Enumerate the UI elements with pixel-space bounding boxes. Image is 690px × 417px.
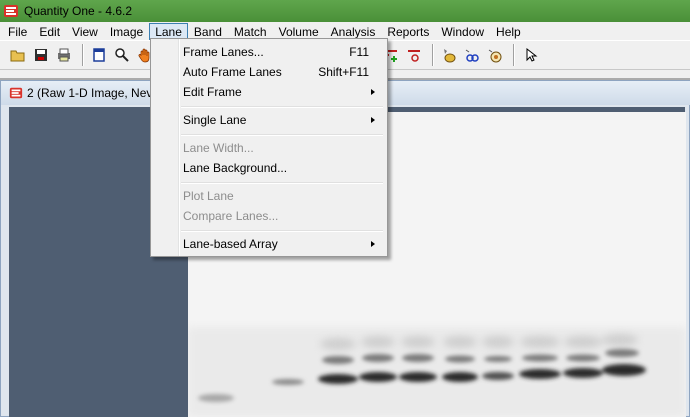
menu-item-shortcut: F11 — [349, 45, 369, 59]
menu-item-label: Lane Width... — [183, 141, 254, 155]
new-window-button[interactable] — [89, 45, 109, 65]
toolbar-separator-2 — [432, 44, 434, 66]
submenu-arrow-icon — [371, 117, 375, 123]
band-detect-icon — [408, 50, 420, 62]
volume-icon — [488, 49, 502, 63]
pointer-button[interactable] — [520, 45, 540, 65]
window-titlebar: Quantity One - 4.6.2 — [0, 0, 690, 22]
quantity-one-logo-icon — [4, 5, 18, 17]
menu-item-lane-width: Lane Width... — [153, 138, 385, 158]
analysis-button[interactable] — [439, 45, 459, 65]
open-button[interactable] — [8, 45, 28, 65]
menu-item-shortcut: Shift+F11 — [318, 65, 369, 79]
menu-item-label: Auto Frame Lanes — [183, 65, 282, 79]
menu-separator — [181, 134, 383, 136]
quantity-one-logo-icon — [9, 87, 23, 99]
window-icon — [93, 48, 105, 62]
menu-item-label: Lane Background... — [183, 161, 288, 175]
menu-band[interactable]: Band — [188, 23, 228, 40]
submenu-arrow-icon — [371, 241, 375, 247]
match-button[interactable] — [462, 45, 482, 65]
menu-view[interactable]: View — [66, 23, 104, 40]
toolbar-separator-3 — [513, 44, 515, 66]
menu-file[interactable]: File — [2, 23, 33, 40]
zoom-button[interactable] — [112, 45, 132, 65]
window-title: Quantity One - 4.6.2 — [24, 4, 133, 18]
print-button[interactable] — [54, 45, 74, 65]
menu-item-auto-frame-lanes[interactable]: Auto Frame Lanes Shift+F11 — [153, 62, 385, 82]
menu-separator — [181, 182, 383, 184]
menu-item-frame-lanes[interactable]: Frame Lanes... F11 — [153, 42, 385, 62]
menu-item-edit-frame[interactable]: Edit Frame — [153, 82, 385, 102]
menu-reports[interactable]: Reports — [381, 23, 435, 40]
menu-item-label: Plot Lane — [183, 189, 234, 203]
menu-item-label: Frame Lanes... — [183, 45, 264, 59]
menu-help[interactable]: Help — [490, 23, 527, 40]
menu-item-label: Compare Lanes... — [183, 209, 279, 223]
menu-item-compare-lanes: Compare Lanes... — [153, 206, 385, 226]
menu-item-label: Single Lane — [183, 113, 247, 127]
analysis-icon — [444, 49, 456, 63]
menu-item-lane-based-array[interactable]: Lane-based Array — [153, 234, 385, 254]
menu-item-label: Edit Frame — [183, 85, 242, 99]
menu-item-label: Lane-based Array — [183, 237, 278, 251]
toolbar-separator — [82, 44, 84, 66]
menu-edit[interactable]: Edit — [33, 23, 66, 40]
menu-window[interactable]: Window — [435, 23, 490, 40]
submenu-arrow-icon — [371, 89, 375, 95]
menu-separator — [181, 106, 383, 108]
open-folder-icon — [10, 50, 25, 62]
menu-item-plot-lane: Plot Lane — [153, 186, 385, 206]
menu-lane[interactable]: Lane — [149, 22, 188, 40]
zoom-icon — [115, 48, 129, 62]
menu-image[interactable]: Image — [104, 23, 149, 40]
band-detect-button[interactable] — [404, 45, 424, 65]
document-title: 2 (Raw 1-D Image, Nev — [27, 86, 153, 100]
menu-analysis[interactable]: Analysis — [325, 23, 382, 40]
pointer-icon — [526, 47, 538, 62]
menu-item-lane-background[interactable]: Lane Background... — [153, 158, 385, 178]
print-icon — [58, 48, 70, 62]
save-icon — [35, 49, 47, 61]
menu-match[interactable]: Match — [228, 23, 273, 40]
menu-item-single-lane[interactable]: Single Lane — [153, 110, 385, 130]
volume-button[interactable] — [485, 45, 505, 65]
menu-volume[interactable]: Volume — [273, 23, 325, 40]
lane-menu-dropdown: Frame Lanes... F11 Auto Frame Lanes Shif… — [150, 38, 388, 257]
save-button[interactable] — [31, 45, 51, 65]
menu-separator — [181, 230, 383, 232]
match-icon — [465, 49, 479, 62]
